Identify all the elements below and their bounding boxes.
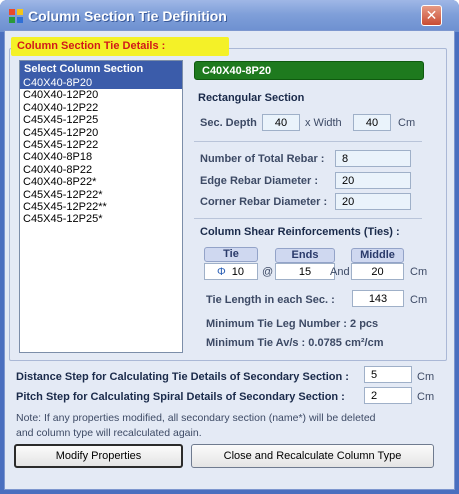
- and-label: And: [330, 266, 350, 278]
- pitch-step-unit: Cm: [417, 391, 435, 403]
- shear-title: Column Shear Reinforcements (Ties) :: [200, 226, 400, 238]
- title-bar[interactable]: Column Section Tie Definition ✕: [0, 0, 459, 32]
- width-input[interactable]: 40: [353, 114, 391, 131]
- tie-length-input[interactable]: 143: [352, 290, 404, 307]
- group-title: Column Section Tie Details :: [11, 37, 229, 56]
- tie-diameter-input[interactable]: Φ 10: [204, 263, 258, 280]
- min-tie-leg-text: Minimum Tie Leg Number : 2 pcs: [206, 318, 379, 330]
- pitch-step-input[interactable]: 2: [364, 387, 412, 404]
- list-item[interactable]: C45X45-12P22*: [20, 189, 182, 201]
- app-icon: [9, 9, 23, 23]
- corner-rebar-label: Corner Rebar Diameter :: [200, 196, 328, 208]
- middle-spacing-input[interactable]: 20: [351, 263, 404, 280]
- ends-header: Ends: [275, 248, 335, 263]
- note-line-2: and column type will recalculated again.: [16, 427, 202, 439]
- list-item[interactable]: C40X40-12P22: [20, 102, 182, 114]
- section-shape-label: Rectangular Section: [198, 92, 305, 104]
- distance-step-input[interactable]: 5: [364, 366, 412, 383]
- close-window-button[interactable]: ✕: [421, 5, 442, 26]
- tie-length-unit: Cm: [410, 294, 428, 306]
- spacing-unit: Cm: [410, 266, 428, 278]
- at-label: @: [262, 266, 274, 278]
- distance-step-unit: Cm: [417, 371, 435, 383]
- list-item[interactable]: C45X45-12P20: [20, 127, 182, 139]
- ends-spacing-input[interactable]: 15: [275, 263, 335, 280]
- depth-input[interactable]: 40: [262, 114, 300, 131]
- note-line-1: Note: If any properties modified, all se…: [16, 412, 376, 424]
- tie-diameter-value: 10: [231, 266, 245, 278]
- separator: [194, 141, 422, 142]
- list-item[interactable]: C45X45-12P22**: [20, 201, 182, 213]
- list-item[interactable]: C40X40-12P20: [20, 89, 182, 101]
- list-item[interactable]: C45X45-12P25: [20, 114, 182, 126]
- middle-header: Middle: [351, 248, 404, 263]
- close-recalculate-button[interactable]: Close and Recalculate Column Type: [191, 444, 434, 468]
- depth-label: Sec. Depth: [200, 117, 257, 129]
- close-icon: ✕: [425, 7, 438, 23]
- list-item[interactable]: C45X45-12P25*: [20, 213, 182, 225]
- pitch-step-label: Pitch Step for Calculating Spiral Detail…: [16, 391, 345, 403]
- diameter-icon: Φ: [217, 266, 226, 278]
- edge-rebar-label: Edge Rebar Diameter :: [200, 175, 318, 187]
- list-items: C40X40-8P20 C40X40-12P20 C40X40-12P22 C45X4…: [20, 77, 182, 226]
- note-text: Note: If any properties modified, all se…: [16, 411, 446, 441]
- distance-step-label: Distance Step for Calculating Tie Detail…: [16, 371, 349, 383]
- edge-rebar-input[interactable]: 20: [335, 172, 411, 189]
- total-rebar-input[interactable]: 8: [335, 150, 411, 167]
- corner-rebar-input[interactable]: 20: [335, 193, 411, 210]
- tie-header: Tie: [204, 247, 258, 262]
- modify-properties-button[interactable]: Modify Properties: [14, 444, 183, 468]
- selected-section-name: C40X40-8P20: [194, 61, 424, 80]
- section-list[interactable]: Select Column Section C40X40-8P20 C40X40-…: [19, 60, 183, 353]
- list-header: Select Column Section: [20, 61, 182, 77]
- list-item[interactable]: C40X40-8P22: [20, 164, 182, 176]
- width-label: x Width: [305, 117, 342, 129]
- total-rebar-label: Number of Total Rebar :: [200, 153, 325, 165]
- list-item[interactable]: C45X45-12P22: [20, 139, 182, 151]
- section-unit: Cm: [398, 117, 416, 129]
- window-title: Column Section Tie Definition: [28, 8, 227, 24]
- min-tie-avs-text: Minimum Tie Av/s : 0.0785 cm²/cm: [206, 337, 384, 349]
- list-item[interactable]: C40X40-8P22*: [20, 176, 182, 188]
- separator: [194, 218, 422, 219]
- tie-length-label: Tie Length in each Sec. :: [206, 294, 335, 306]
- list-item[interactable]: C40X40-8P18: [20, 151, 182, 163]
- list-item[interactable]: C40X40-8P20: [20, 77, 182, 90]
